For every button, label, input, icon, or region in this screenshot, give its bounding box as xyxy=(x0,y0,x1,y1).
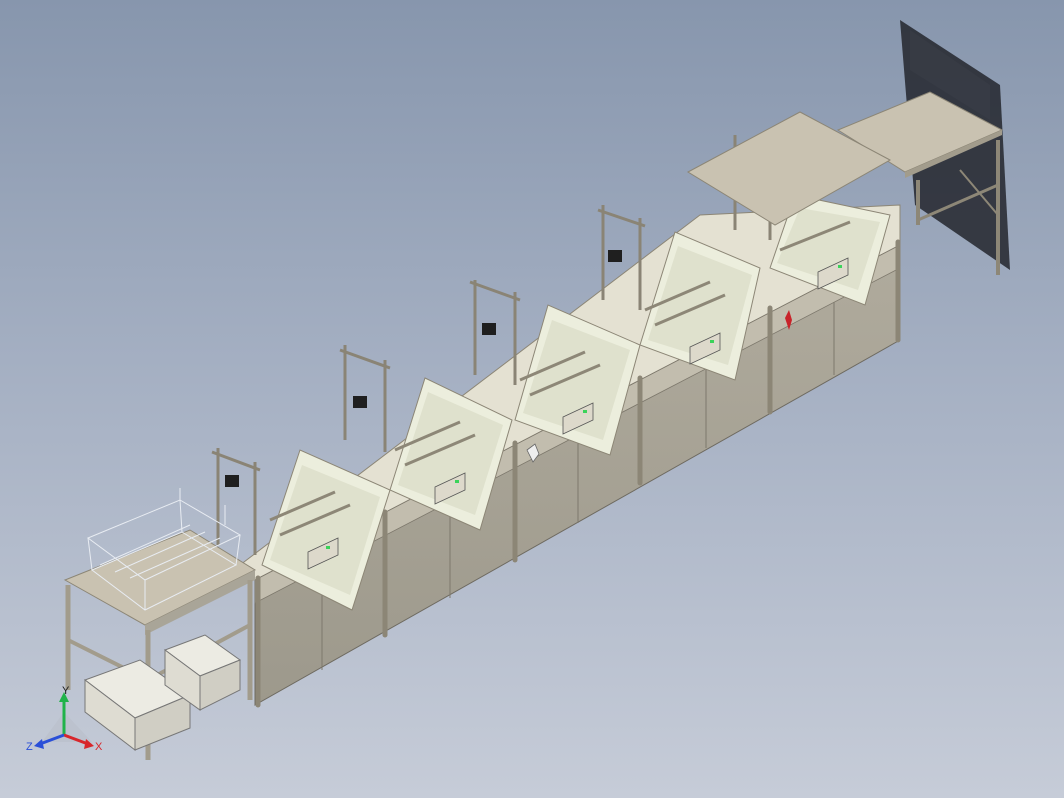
z-axis-label: Z xyxy=(26,741,33,753)
lift-1 xyxy=(211,448,261,555)
x-axis-label: X xyxy=(95,741,103,753)
z-arrow-icon xyxy=(34,739,44,749)
coordinate-triad: Y X Z xyxy=(26,685,103,753)
lift-2 xyxy=(339,345,391,452)
y-axis-label: Y xyxy=(62,685,70,697)
cleaning-line-model[interactable] xyxy=(0,0,1064,798)
cad-viewport[interactable]: Y X Z xyxy=(0,0,1064,798)
